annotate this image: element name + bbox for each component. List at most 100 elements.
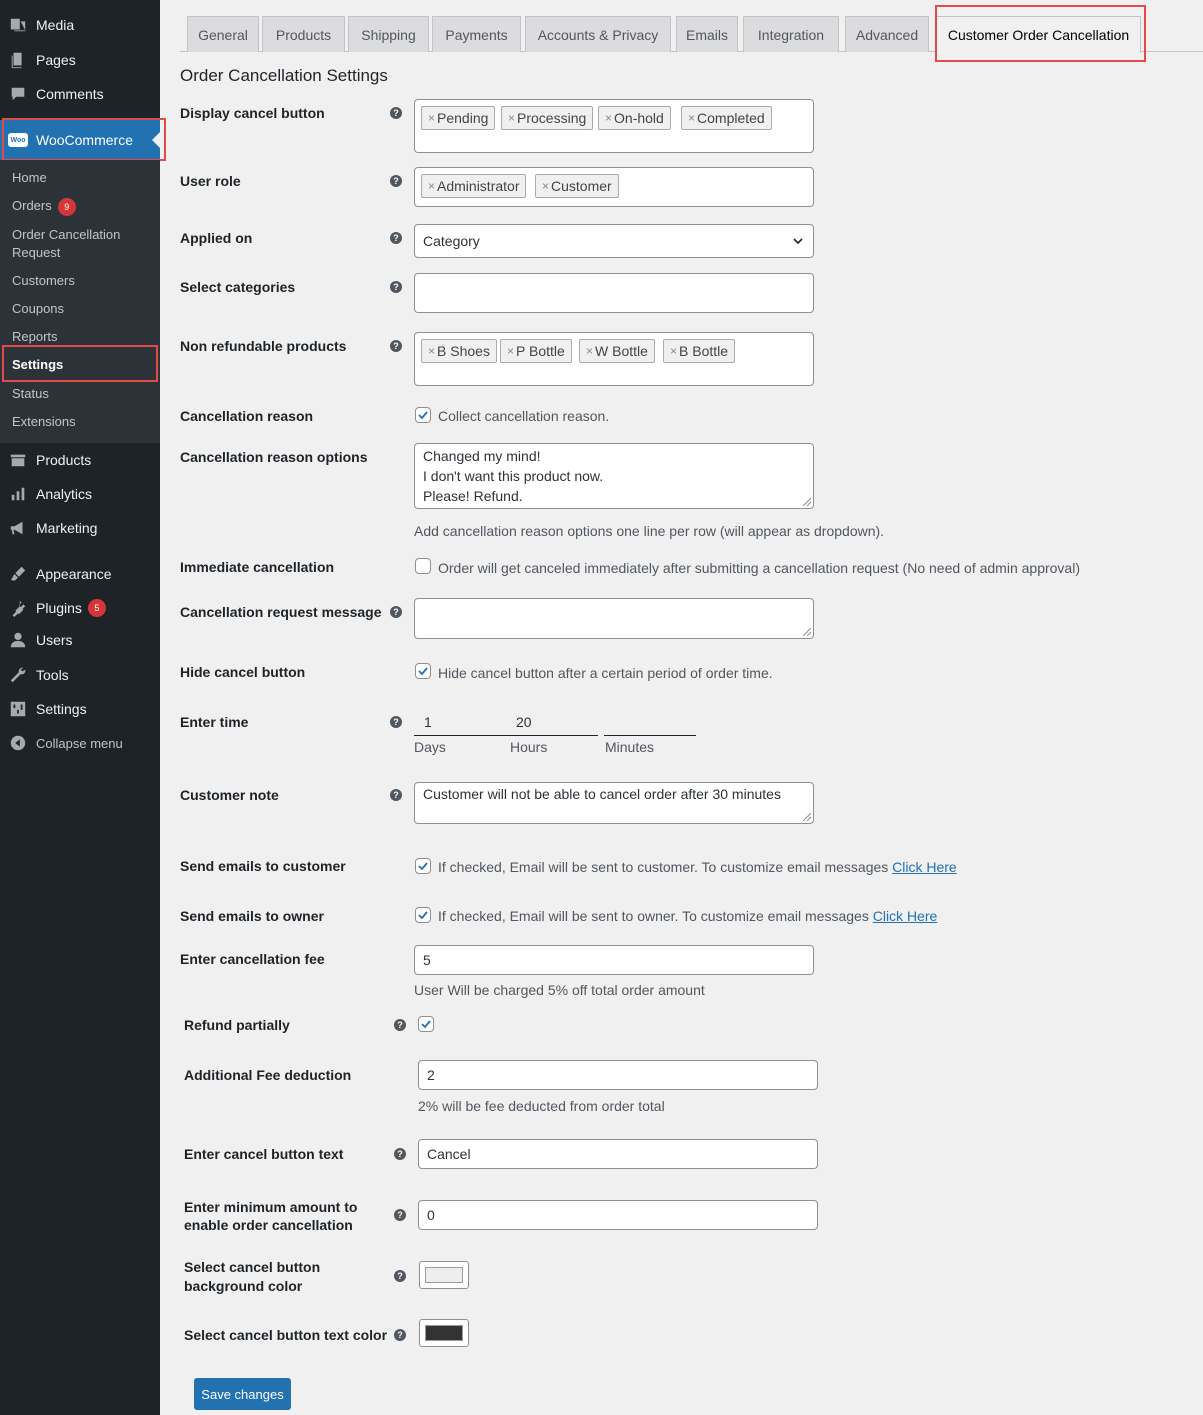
label-refund-partially: Refund partially	[184, 1017, 290, 1033]
additional-fee-input[interactable]: 2	[418, 1060, 818, 1090]
click-here-link[interactable]: Click Here	[873, 908, 938, 924]
menu-analytics[interactable]: Analytics	[0, 477, 160, 511]
menu-tools[interactable]: Tools	[0, 658, 160, 692]
label-select-categories: Select categories	[180, 279, 296, 295]
immediate-cancellation-checkbox[interactable]	[415, 558, 431, 574]
immediate-cancellation-text: Order will get canceled immediately afte…	[438, 560, 1080, 576]
chip-on-hold[interactable]: × On-hold	[598, 106, 671, 130]
request-message-textarea[interactable]	[414, 598, 814, 639]
menu-marketing[interactable]: Marketing	[0, 511, 160, 545]
applied-on-select[interactable]: Category	[414, 224, 814, 258]
submenu-coupons[interactable]: Coupons	[12, 300, 64, 318]
help-icon[interactable]: ?	[390, 789, 402, 801]
tab-integration[interactable]: Integration	[743, 16, 839, 52]
submenu-home[interactable]: Home	[12, 169, 47, 187]
chip-completed[interactable]: × Completed	[681, 106, 772, 130]
submenu-status[interactable]: Status	[12, 385, 49, 403]
emails-customer-checkbox[interactable]	[415, 858, 431, 874]
chip-customer[interactable]: × Customer	[535, 174, 619, 198]
products-icon	[8, 450, 28, 470]
tab-general[interactable]: General	[187, 16, 259, 52]
help-icon[interactable]: ?	[394, 1019, 406, 1031]
chip-b-shoes[interactable]: × B Shoes	[421, 339, 497, 363]
woocommerce-logo-icon: Woo	[8, 133, 28, 147]
help-icon[interactable]: ?	[394, 1148, 406, 1160]
label-display-cancel-button: Display cancel button	[180, 105, 325, 121]
help-icon[interactable]: ?	[390, 281, 402, 293]
menu-media[interactable]: Media	[0, 8, 160, 42]
resize-handle-icon[interactable]	[803, 628, 811, 636]
save-changes-button[interactable]: Save changes	[194, 1378, 291, 1410]
emails-owner-checkbox[interactable]	[415, 907, 431, 923]
checkmark-icon	[418, 667, 428, 676]
help-icon[interactable]: ?	[390, 175, 402, 187]
menu-plugins[interactable]: Plugins 5	[0, 591, 160, 625]
menu-woocommerce[interactable]: Woo WooCommerce	[0, 120, 160, 160]
display-cancel-button-select[interactable]: × Pending × Processing × On-hold × Completed	[414, 99, 814, 153]
tab-accounts-privacy[interactable]: Accounts & Privacy	[525, 16, 671, 52]
chip-processing[interactable]: × Processing	[501, 106, 594, 130]
cancellation-reason-checkbox[interactable]	[415, 407, 431, 423]
menu-users[interactable]: Users	[0, 623, 160, 657]
chip-administrator[interactable]: × Administrator	[421, 174, 527, 198]
chip-b-bottle[interactable]: × B Bottle	[663, 339, 736, 363]
submenu-customers[interactable]: Customers	[12, 272, 75, 290]
menu-label: Products	[36, 452, 92, 468]
tab-customer-order-cancellation[interactable]: Customer Order Cancellation	[936, 16, 1141, 53]
text-color-picker[interactable]	[419, 1319, 469, 1347]
help-icon[interactable]: ?	[390, 716, 402, 728]
resize-handle-icon[interactable]	[803, 813, 811, 821]
help-icon[interactable]: ?	[390, 232, 402, 244]
menu-collapse[interactable]: Collapse menu	[0, 726, 160, 760]
chip-pending[interactable]: × Pending	[421, 106, 496, 130]
remove-icon: ×	[605, 111, 613, 125]
label-reason-options: Cancellation reason options	[180, 449, 368, 465]
submenu-reports[interactable]: Reports	[12, 328, 58, 346]
user-role-select[interactable]: × Administrator × Customer	[414, 167, 814, 207]
chip-p-bottle[interactable]: × P Bottle	[500, 339, 572, 363]
non-refundable-products-select[interactable]: × B Shoes × P Bottle × W Bottle × B Bottle	[414, 332, 814, 386]
submenu-order-cancellation-request[interactable]: Order Cancellation Request	[12, 226, 142, 262]
plugins-update-badge: 5	[87, 599, 106, 617]
cancel-button-text-input[interactable]: Cancel	[418, 1139, 818, 1169]
menu-comments[interactable]: Comments	[0, 77, 160, 111]
menu-products[interactable]: Products	[0, 443, 160, 477]
refund-partially-checkbox[interactable]	[418, 1016, 434, 1032]
tab-emails[interactable]: Emails	[676, 16, 738, 52]
hide-cancel-checkbox[interactable]	[415, 663, 431, 679]
label-immediate-cancellation: Immediate cancellation	[180, 559, 335, 575]
applied-on-value: Category	[423, 233, 480, 249]
menu-pages[interactable]: Pages	[0, 43, 160, 77]
menu-settings[interactable]: Settings	[0, 692, 160, 726]
tab-products[interactable]: Products	[262, 16, 345, 52]
submenu-orders[interactable]: Orders 9	[12, 197, 76, 216]
help-icon[interactable]: ?	[394, 1270, 406, 1282]
min-amount-input[interactable]: 0	[418, 1200, 818, 1230]
users-icon	[8, 630, 28, 650]
help-icon[interactable]: ?	[390, 107, 402, 119]
minutes-input[interactable]	[604, 710, 696, 736]
chip-w-bottle[interactable]: × W Bottle	[579, 339, 655, 363]
help-icon[interactable]: ?	[390, 606, 402, 618]
days-input[interactable]: 1	[414, 710, 506, 736]
cancellation-fee-input[interactable]: 5	[414, 945, 814, 975]
menu-appearance[interactable]: Appearance	[0, 557, 160, 591]
resize-handle-icon[interactable]	[803, 498, 811, 506]
reason-options-textarea[interactable]: Changed my mind! I don't want this produ…	[414, 443, 814, 509]
submenu-extensions[interactable]: Extensions	[12, 413, 76, 431]
tab-payments[interactable]: Payments	[432, 16, 521, 52]
textarea-line: I don't want this product now.	[423, 468, 604, 484]
help-icon[interactable]: ?	[390, 340, 402, 352]
label-user-role: User role	[180, 173, 241, 189]
tab-advanced[interactable]: Advanced	[845, 16, 929, 52]
hours-input[interactable]: 20	[506, 710, 598, 736]
help-icon[interactable]: ?	[394, 1209, 406, 1221]
help-icon[interactable]: ?	[394, 1329, 406, 1341]
customer-note-textarea[interactable]: Customer will not be able to cancel orde…	[414, 782, 814, 824]
remove-icon: ×	[428, 179, 436, 193]
bg-color-picker[interactable]	[419, 1261, 469, 1289]
tab-shipping[interactable]: Shipping	[348, 16, 429, 52]
select-categories-input[interactable]	[414, 273, 814, 313]
click-here-link[interactable]: Click Here	[892, 859, 957, 875]
submenu-settings[interactable]: Settings	[12, 356, 63, 374]
